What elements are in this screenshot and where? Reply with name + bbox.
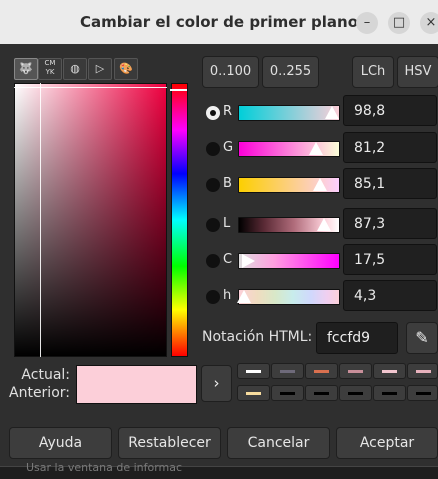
channel-g-slider[interactable] <box>238 141 340 157</box>
cmyk-selector-tab[interactable]: CM YK <box>38 58 62 80</box>
history-color-9[interactable] <box>305 385 338 401</box>
add-to-history-button[interactable]: › <box>201 365 232 402</box>
cmyk-icon: CM YK <box>44 59 56 76</box>
saturation-value-square[interactable] <box>14 83 167 357</box>
channel-l-radio[interactable] <box>206 218 220 232</box>
channel-g-radio[interactable] <box>206 142 220 156</box>
history-color-4[interactable] <box>339 363 372 379</box>
reset-button[interactable]: Restablecer <box>118 427 221 459</box>
current-color-swatch <box>76 365 197 404</box>
history-color-7[interactable] <box>237 385 270 401</box>
gimp-wilber-icon: 🐺 <box>19 62 33 75</box>
channel-b-value[interactable]: 85,1 <box>343 168 437 199</box>
hsv-model-button[interactable]: HSV <box>397 56 438 88</box>
color-wheel-icon: ▷ <box>95 62 105 75</box>
slider-handle[interactable] <box>317 218 331 231</box>
channel-r-label: R <box>223 104 233 119</box>
accept-button[interactable]: Aceptar <box>336 427 438 459</box>
channel-h-value[interactable]: 4,3 <box>343 280 437 311</box>
minimize-button[interactable]: – <box>356 12 378 34</box>
title-bar: Cambiar el color de primer plano – □ × <box>0 0 438 44</box>
history-color-8[interactable] <box>271 385 304 401</box>
slider-handle[interactable] <box>237 290 251 303</box>
lch-model-button[interactable]: LCh <box>352 56 394 88</box>
color-picker-button[interactable]: ✎ <box>406 322 438 354</box>
history-color-11[interactable] <box>373 385 406 401</box>
slider-handle[interactable] <box>242 254 255 268</box>
channel-h-slider[interactable] <box>237 289 340 305</box>
hue-strip[interactable] <box>171 83 188 357</box>
slider-handle[interactable] <box>313 178 327 191</box>
cancel-button[interactable]: Cancelar <box>227 427 330 459</box>
history-color-12[interactable] <box>407 385 438 401</box>
channel-b-label: B <box>223 176 232 191</box>
channel-c-value[interactable]: 17,5 <box>343 244 437 275</box>
html-notation-input[interactable]: fccfd9 <box>316 322 398 354</box>
palette-icon: 🎨 <box>119 62 133 75</box>
chevron-right-icon: › <box>213 374 220 392</box>
channel-l-slider[interactable] <box>238 217 340 233</box>
html-notation-label: Notación HTML: <box>202 329 313 345</box>
history-color-6[interactable] <box>407 363 438 379</box>
range-0-255-button[interactable]: 0..255 <box>262 56 319 88</box>
sv-crosshair-vertical <box>40 83 41 357</box>
sv-crosshair-horizontal <box>14 87 167 88</box>
maximize-button[interactable]: □ <box>388 12 410 34</box>
hue-marker <box>170 89 187 91</box>
channel-l-value[interactable]: 87,3 <box>343 208 437 239</box>
close-button[interactable]: × <box>420 12 438 34</box>
background-window-text: Usar la ventana de informac <box>26 462 183 474</box>
channel-c-label: C <box>223 252 233 267</box>
wheel-selector-tab[interactable]: ▷ <box>88 58 112 80</box>
watercolor-selector-tab[interactable]: ◍ <box>63 58 87 80</box>
range-0-100-button[interactable]: 0..100 <box>202 56 259 88</box>
history-color-5[interactable] <box>373 363 406 379</box>
history-color-10[interactable] <box>339 385 372 401</box>
water-color-icon: ◍ <box>70 62 80 75</box>
channel-c-slider[interactable] <box>238 253 340 269</box>
slider-handle[interactable] <box>325 106 339 119</box>
channel-h-radio[interactable] <box>206 290 220 304</box>
channel-g-label: G <box>223 140 234 155</box>
help-button[interactable]: Ayuda <box>9 427 112 459</box>
channel-l-label: L <box>223 216 231 231</box>
history-color-3[interactable] <box>305 363 338 379</box>
channel-r-slider[interactable] <box>238 105 340 121</box>
channel-b-slider[interactable] <box>238 177 340 193</box>
eyedropper-icon: ✎ <box>415 328 429 347</box>
gimp-selector-tab[interactable]: 🐺 <box>14 58 38 80</box>
history-color-1[interactable] <box>237 363 270 379</box>
channel-c-radio[interactable] <box>206 254 220 268</box>
channel-r-value[interactable]: 98,8 <box>343 95 437 126</box>
previous-label: Anterior: <box>9 385 70 401</box>
channel-g-value[interactable]: 81,2 <box>343 132 437 163</box>
history-color-2[interactable] <box>271 363 304 379</box>
channel-b-radio[interactable] <box>206 178 220 192</box>
slider-handle[interactable] <box>309 142 323 155</box>
actual-label: Actual: <box>21 367 70 383</box>
palette-selector-tab[interactable]: 🎨 <box>114 58 138 80</box>
channel-h-label: h <box>223 288 232 303</box>
channel-r-radio[interactable] <box>206 106 220 120</box>
